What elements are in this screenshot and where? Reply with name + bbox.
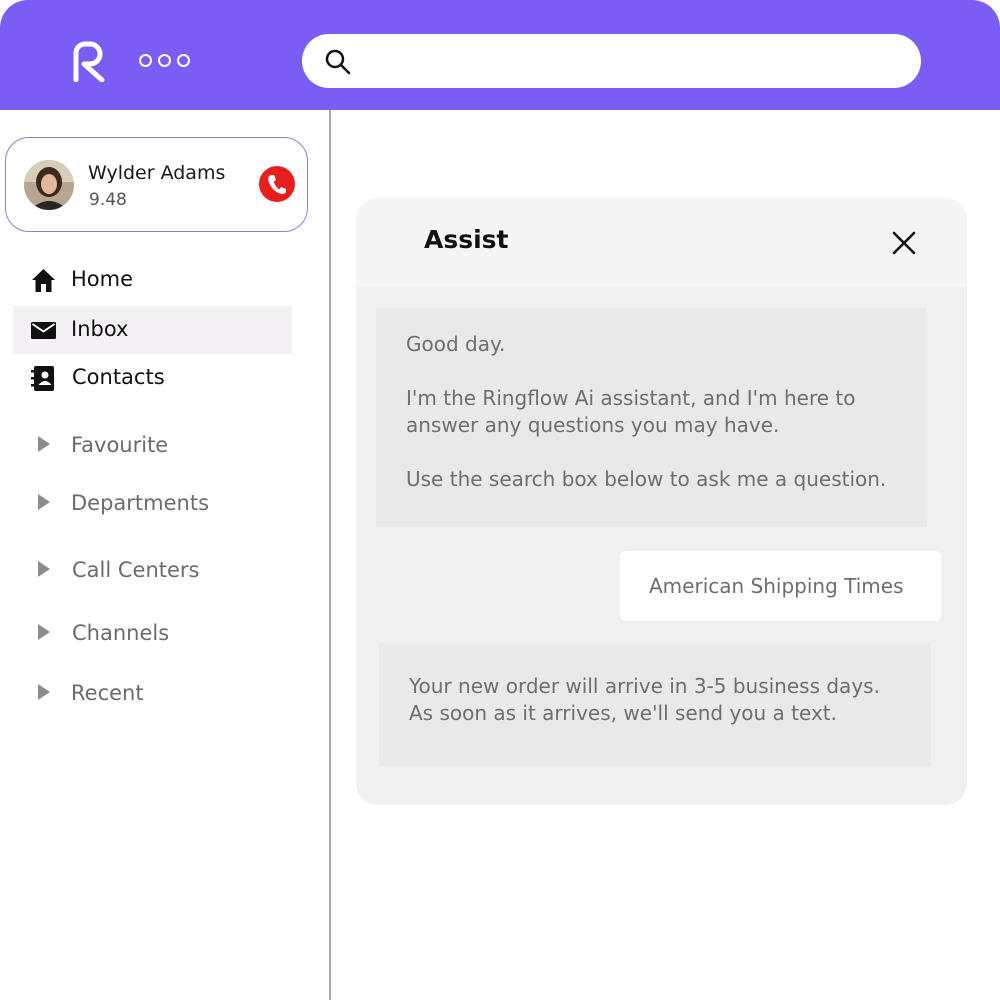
- call-button[interactable]: [259, 166, 295, 202]
- dot: [139, 54, 152, 67]
- close-icon[interactable]: [891, 230, 917, 256]
- assist-title: Assist: [424, 225, 509, 254]
- more-dots-icon[interactable]: [139, 54, 190, 67]
- nav-group-label: Favourite: [71, 433, 169, 457]
- caret-right-icon: [38, 684, 50, 700]
- nav-group-call-centers[interactable]: Call Centers: [13, 549, 292, 591]
- dot: [177, 54, 190, 67]
- message-text: Use the search box below to ask me a que…: [406, 467, 887, 491]
- search-bar[interactable]: [302, 34, 921, 88]
- bot-message: Good day. I'm the Ringflow Ai assistant,…: [376, 308, 927, 527]
- nav-item-label: Contacts: [72, 365, 165, 389]
- profile-card[interactable]: Wylder Adams 9.48: [5, 137, 308, 232]
- caret-right-icon: [38, 436, 50, 452]
- user-message: American Shipping Times: [620, 551, 941, 621]
- nav-group-label: Channels: [72, 621, 170, 645]
- nav-group-recent[interactable]: Recent: [13, 672, 292, 714]
- message-text: I'm the Ringflow Ai assistant, and I'm h…: [406, 386, 856, 437]
- bot-message: Your new order will arrive in 3-5 busine…: [379, 643, 931, 766]
- message-text: Good day.: [406, 332, 506, 356]
- nav-item-label: Home: [71, 267, 134, 291]
- nav-item-label: Inbox: [71, 317, 129, 341]
- home-icon: [32, 269, 55, 292]
- top-bar: [0, 0, 1000, 110]
- profile-name: Wylder Adams: [88, 162, 226, 184]
- caret-right-icon: [38, 494, 50, 510]
- nav-item-home[interactable]: Home: [13, 256, 292, 304]
- assist-panel: Assist Good day. I'm the Ringflow Ai ass…: [356, 198, 967, 805]
- assist-header: Assist: [356, 198, 967, 287]
- nav-item-contacts[interactable]: Contacts: [13, 354, 292, 402]
- nav-item-inbox[interactable]: Inbox: [13, 306, 292, 354]
- phone-icon: [268, 175, 286, 194]
- avatar[interactable]: [24, 160, 74, 210]
- sidebar-divider: [329, 110, 331, 1000]
- nav-group-departments[interactable]: Departments: [13, 482, 292, 524]
- search-icon[interactable]: [324, 48, 352, 76]
- ringflow-logo[interactable]: [72, 40, 106, 82]
- contacts-icon: [31, 366, 54, 391]
- caret-right-icon: [38, 624, 50, 640]
- nav-group-label: Departments: [71, 491, 210, 515]
- profile-score: 9.48: [89, 190, 127, 210]
- caret-right-icon: [38, 561, 50, 577]
- nav-group-label: Recent: [71, 681, 144, 705]
- mail-icon: [31, 322, 56, 339]
- avatar-photo: [24, 160, 74, 210]
- dot: [158, 54, 171, 67]
- nav-group-label: Call Centers: [72, 558, 200, 582]
- nav-group-favourite[interactable]: Favourite: [13, 424, 292, 466]
- nav-group-channels[interactable]: Channels: [13, 612, 292, 654]
